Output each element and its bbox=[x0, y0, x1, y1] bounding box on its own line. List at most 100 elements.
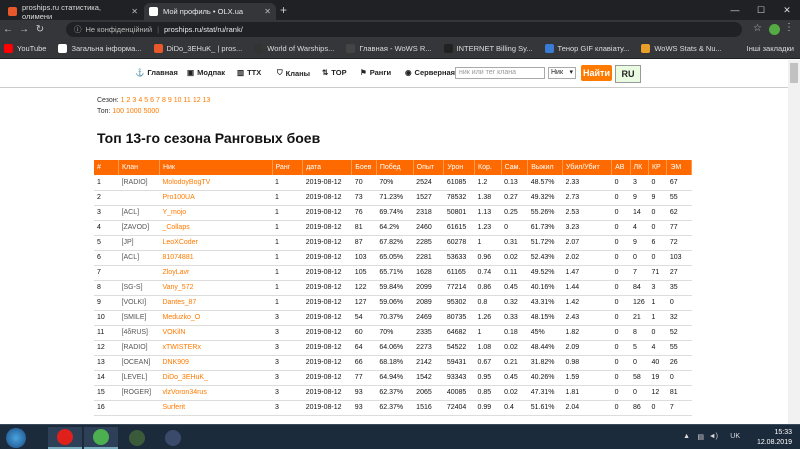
bookmark-item[interactable]: Главная - WoWS R... bbox=[346, 44, 432, 53]
nav-item-shield[interactable]: ⛉ Кланы bbox=[277, 68, 310, 78]
keyboard-language[interactable]: UK bbox=[730, 433, 740, 440]
bookmark-item[interactable]: DiDo_3EHuK_ | pros... bbox=[153, 44, 242, 53]
top-link[interactable]: 1000 bbox=[126, 108, 142, 115]
season-link[interactable]: 4 bbox=[138, 97, 142, 104]
column-header[interactable]: Опыт bbox=[413, 160, 445, 175]
season-link[interactable]: 3 bbox=[132, 97, 136, 104]
avatar[interactable] bbox=[769, 24, 780, 35]
info-icon[interactable]: ⓘ bbox=[74, 24, 82, 35]
season-link[interactable]: 10 bbox=[174, 97, 182, 104]
clan-tag[interactable]: [RADIO] bbox=[118, 175, 160, 191]
nav-item-rank[interactable]: ⚑ Ранги bbox=[360, 68, 391, 77]
season-link[interactable]: 2 bbox=[127, 97, 131, 104]
find-button[interactable]: Найти bbox=[581, 65, 612, 81]
taskbar-app[interactable] bbox=[48, 427, 82, 449]
column-header[interactable]: АВ bbox=[611, 160, 631, 175]
player-nick-link[interactable]: _Collaps bbox=[159, 220, 272, 236]
column-header[interactable]: Клан bbox=[118, 160, 160, 175]
season-link[interactable]: 11 bbox=[184, 97, 191, 104]
player-nick-link[interactable]: 81074881 bbox=[159, 250, 272, 266]
minimize-icon[interactable]: — bbox=[722, 0, 748, 20]
other-bookmarks[interactable]: Інші закладки bbox=[747, 44, 794, 53]
search-type-select[interactable]: Ник ▾ bbox=[548, 67, 576, 79]
volume-icon[interactable]: ◄) bbox=[709, 433, 718, 440]
clan-tag[interactable]: [VOLKI] bbox=[118, 295, 160, 311]
player-nick-link[interactable]: DiDo_3EHuK_ bbox=[159, 370, 272, 386]
bookmark-item[interactable]: World of Warships... bbox=[254, 44, 334, 53]
player-nick-link[interactable]: vlzVoron34rus bbox=[159, 385, 272, 401]
close-tab-icon[interactable]: ✕ bbox=[131, 7, 138, 16]
clan-tag[interactable]: [ROGER] bbox=[118, 385, 160, 401]
page-scrollbar[interactable] bbox=[788, 60, 800, 424]
scrollbar-thumb[interactable] bbox=[790, 63, 798, 83]
clan-tag[interactable]: [RADIO] bbox=[118, 340, 160, 356]
clan-tag[interactable] bbox=[118, 190, 160, 206]
clan-tag[interactable]: [LEVEL] bbox=[118, 370, 160, 386]
player-nick-link[interactable]: Dantes_87 bbox=[159, 295, 272, 311]
bookmark-item[interactable]: WoWS Stats & Nu... bbox=[641, 44, 722, 53]
column-header[interactable]: Кор. bbox=[474, 160, 502, 175]
search-input[interactable]: ник или тег клана bbox=[455, 67, 545, 79]
column-header[interactable]: Ранг bbox=[272, 160, 304, 175]
column-header[interactable]: ЭМ bbox=[666, 160, 692, 175]
player-nick-link[interactable]: Meduzko_O bbox=[159, 310, 272, 326]
bookmark-item[interactable]: Тенор GIF клавіату... bbox=[544, 44, 629, 53]
tab-olx[interactable]: Мой профиль • OLX.ua ✕ bbox=[144, 3, 276, 20]
column-header[interactable]: дата bbox=[302, 160, 353, 175]
reload-icon[interactable]: ↻ bbox=[32, 24, 48, 35]
column-header[interactable]: Боев bbox=[351, 160, 377, 175]
network-icon[interactable]: ▤ bbox=[697, 433, 704, 441]
start-button-icon[interactable] bbox=[6, 428, 26, 448]
column-header[interactable]: Выжил bbox=[527, 160, 564, 175]
top-link[interactable]: 100 bbox=[112, 108, 124, 115]
player-nick-link[interactable]: Y_mojo bbox=[159, 205, 272, 221]
column-header[interactable]: Убил/Убит bbox=[562, 160, 613, 175]
new-tab-icon[interactable]: + bbox=[280, 3, 287, 17]
clan-tag[interactable]: [ZAVOD] bbox=[118, 220, 160, 236]
clan-tag[interactable]: [4δRUS] bbox=[118, 325, 160, 341]
nav-item-box[interactable]: ▣ Модпак bbox=[187, 68, 225, 77]
season-link[interactable]: 12 bbox=[193, 97, 201, 104]
player-nick-link[interactable]: VOKilN bbox=[159, 325, 272, 341]
season-link[interactable]: 1 bbox=[121, 97, 125, 104]
column-header[interactable]: КР bbox=[648, 160, 668, 175]
player-nick-link[interactable]: ZloyLavr bbox=[159, 265, 272, 281]
player-nick-link[interactable]: Vany_572 bbox=[159, 280, 272, 296]
clan-tag[interactable]: [SMILE] bbox=[118, 310, 160, 326]
nav-item-chart[interactable]: ▥ ТТХ bbox=[237, 68, 261, 77]
bookmark-item[interactable]: Загальна інформа... bbox=[58, 44, 142, 53]
nav-item-anchor[interactable]: ⚓ Главная bbox=[135, 68, 178, 77]
nav-item-globe[interactable]: ◉ Серверная bbox=[405, 68, 455, 77]
player-nick-link[interactable]: Pro100UA bbox=[159, 190, 272, 206]
season-link[interactable]: 7 bbox=[156, 97, 160, 104]
nav-item-top[interactable]: ⇅ TOP bbox=[322, 68, 347, 77]
player-nick-link[interactable]: MolodoyBogTV bbox=[159, 175, 272, 191]
season-link[interactable]: 13 bbox=[203, 97, 211, 104]
tab-proships[interactable]: proships.ru статистика, олимени ✕ bbox=[3, 3, 143, 21]
bookmark-star-icon[interactable]: ☆ bbox=[753, 23, 762, 34]
close-window-icon[interactable]: ✕ bbox=[774, 0, 800, 20]
column-header[interactable]: Ник bbox=[159, 160, 273, 175]
clan-tag[interactable] bbox=[118, 265, 160, 281]
clan-tag[interactable]: [JP] bbox=[118, 235, 160, 251]
season-link[interactable]: 6 bbox=[150, 97, 154, 104]
close-tab-icon[interactable]: ✕ bbox=[264, 7, 271, 16]
player-nick-link[interactable]: DNK909 bbox=[159, 355, 272, 371]
taskbar-app[interactable] bbox=[84, 427, 118, 449]
player-nick-link[interactable]: Surferit bbox=[159, 400, 272, 416]
column-header[interactable]: Сам. bbox=[501, 160, 529, 175]
bookmark-item[interactable]: YouTube bbox=[4, 44, 46, 53]
clan-tag[interactable]: [ACL] bbox=[118, 250, 160, 266]
menu-icon[interactable]: ⋮ bbox=[784, 22, 794, 33]
column-header[interactable]: ЛК bbox=[630, 160, 649, 175]
column-header[interactable]: Побед bbox=[376, 160, 414, 175]
player-nick-link[interactable]: xTWISTERx bbox=[159, 340, 272, 356]
tray-arrow-icon[interactable]: ▲ bbox=[683, 433, 690, 440]
taskbar-app[interactable] bbox=[156, 427, 190, 449]
omnibox[interactable]: ⓘ Не конфіденційний | proships.ru/stat/r… bbox=[66, 22, 742, 37]
taskbar-app[interactable] bbox=[120, 427, 154, 449]
language-button[interactable]: RU bbox=[615, 65, 641, 83]
top-link[interactable]: 5000 bbox=[144, 108, 160, 115]
season-link[interactable]: 5 bbox=[144, 97, 148, 104]
clan-tag[interactable]: [OCEAN] bbox=[118, 355, 160, 371]
